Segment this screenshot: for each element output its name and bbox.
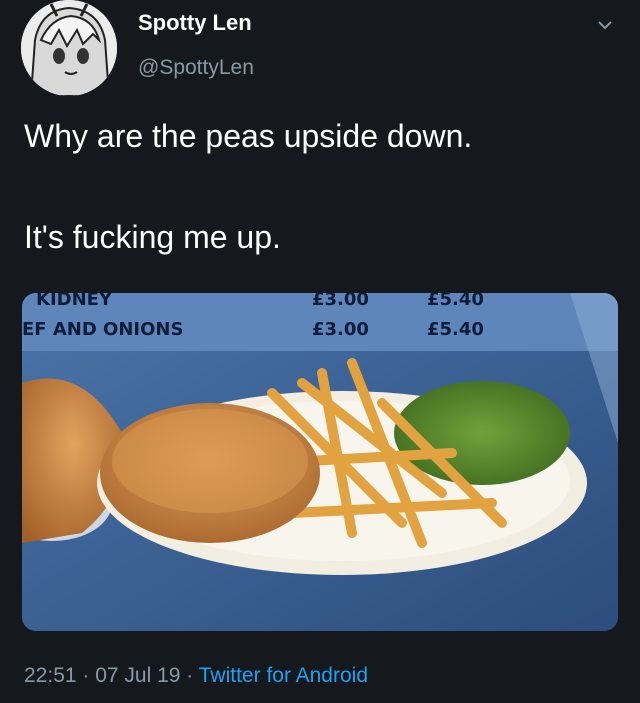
anime-avatar-icon: [21, 0, 117, 96]
tweet-date[interactable]: 07 Jul 19: [95, 664, 180, 687]
tweet-text-line1: Why are the peas upside down.: [24, 118, 473, 154]
tweet-source-link[interactable]: Twitter for Android: [199, 664, 368, 687]
tweet-time[interactable]: 22:51: [24, 664, 77, 687]
menu-row1-item: KIDNEY: [36, 293, 113, 310]
user-handle[interactable]: @SpottyLen: [138, 56, 254, 80]
menu-row1-price1: £3.00: [312, 293, 369, 310]
menu-row2-item: EF AND ONIONS: [22, 319, 183, 340]
menu-row1-price2: £5.40: [427, 293, 484, 310]
meta-separator: ·: [76, 664, 96, 687]
tweet-card: Spotty Len @SpottyLen Why are the peas u…: [0, 0, 640, 703]
avatar[interactable]: [21, 0, 117, 96]
chevron-down-icon[interactable]: [596, 16, 614, 34]
menu-row2-price2: £5.40: [427, 319, 484, 340]
tweet-meta: 22:51 · 07 Jul 19 · Twitter for Android: [24, 664, 368, 688]
tweet-photo[interactable]: KIDNEY £3.00 £5.40 EF AND ONIONS £3.00 £…: [22, 293, 618, 631]
menu-row2-price1: £3.00: [312, 319, 369, 340]
meta-separator: ·: [180, 664, 199, 687]
display-name[interactable]: Spotty Len: [138, 10, 252, 36]
tweet-text-line2: It's fucking me up.: [24, 219, 281, 255]
